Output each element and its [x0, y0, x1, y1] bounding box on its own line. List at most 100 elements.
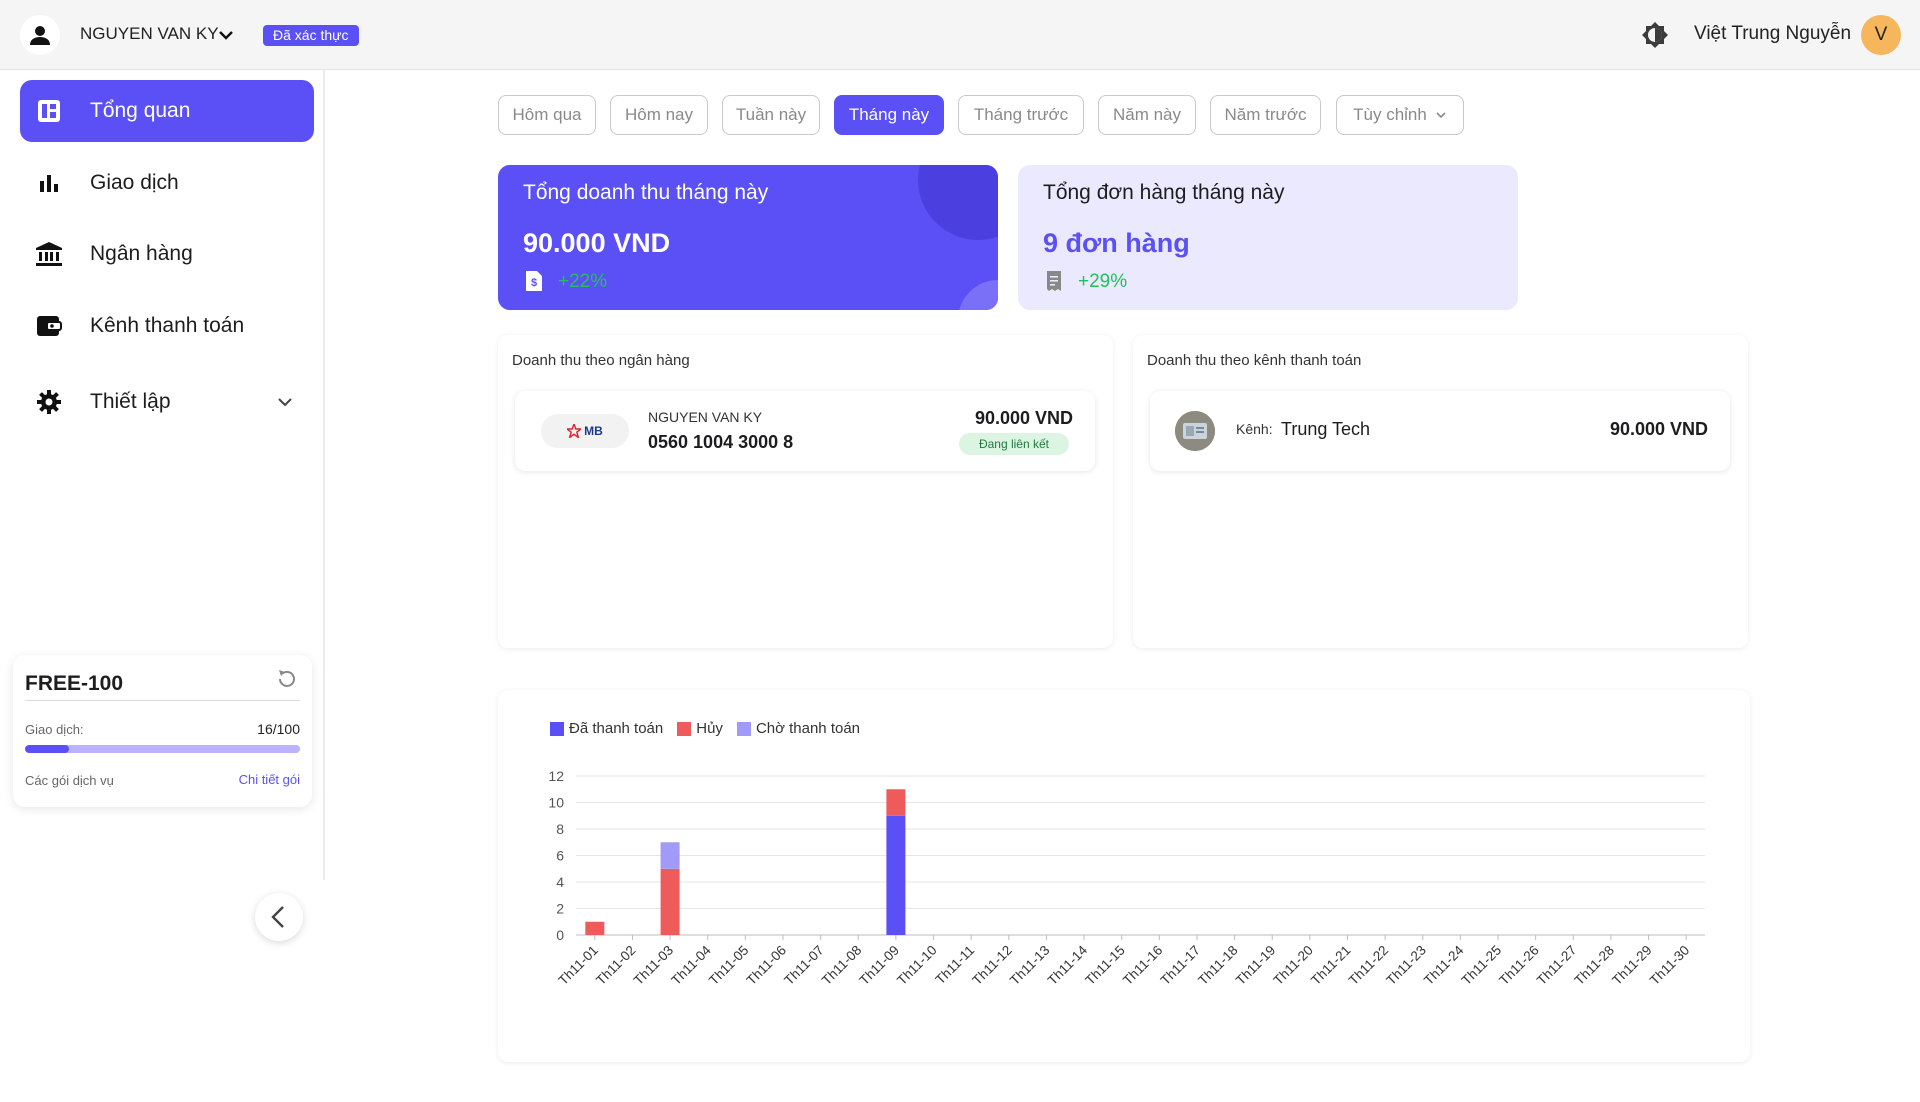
x-tick-label: Th11-15 — [1082, 943, 1127, 988]
chevron-down-icon — [1436, 112, 1446, 119]
legend-item-pending[interactable]: Chờ thanh toán — [736, 720, 861, 737]
divider — [25, 700, 300, 701]
panel-title: Doanh thu theo kênh thanh toán — [1147, 352, 1362, 369]
theme-toggle-button[interactable] — [1640, 20, 1670, 50]
user-name[interactable]: Việt Trung Nguyễn — [1694, 23, 1851, 45]
user-initial-avatar[interactable]: V — [1861, 15, 1901, 55]
bar-segment — [886, 815, 906, 935]
plan-name: FREE-100 — [25, 672, 124, 695]
sidebar-item-settings[interactable]: Thiết lập — [20, 371, 314, 433]
collapse-sidebar-button[interactable] — [255, 893, 303, 941]
bar-segment — [886, 789, 906, 816]
payment-channel-card[interactable]: Kênh: Trung Tech 90.000 VND — [1150, 391, 1730, 471]
x-tick-label: Th11-27 — [1534, 943, 1579, 988]
x-tick-label: Th11-14 — [1045, 942, 1091, 988]
x-tick-label: Th11-19 — [1233, 943, 1278, 988]
bank-icon — [32, 239, 66, 269]
gear-icon — [32, 387, 66, 417]
filter-last-year[interactable]: Năm trước — [1210, 95, 1321, 135]
mb-bank-logo: MB — [541, 414, 629, 448]
bank-revenue-panel: Doanh thu theo ngân hàng MB NGUYEN VAN K… — [498, 335, 1113, 648]
sidebar-item-overview[interactable]: Tổng quan — [20, 80, 314, 142]
filter-custom-label: Tùy chỉnh — [1353, 105, 1427, 124]
y-tick-label: 6 — [556, 848, 564, 864]
x-tick-label: Th11-13 — [1007, 943, 1052, 988]
account-name[interactable]: NGUYEN VAN KY — [80, 24, 219, 44]
sidebar-item-label: Ngân hàng — [90, 242, 193, 265]
sidebar-item-label: Kênh thanh toán — [90, 314, 245, 337]
x-tick-label: Th11-09 — [857, 943, 902, 988]
x-tick-label: Th11-04 — [668, 942, 714, 988]
chart-legend: Đã thanh toán Hủy Chờ thanh toán — [550, 720, 860, 737]
legend-swatch — [677, 721, 692, 736]
chevron-down-icon[interactable] — [270, 394, 300, 410]
filter-last-month[interactable]: Tháng trước — [958, 95, 1084, 135]
sidebar-item-label: Thiết lập — [90, 390, 171, 413]
x-tick-label: Th11-28 — [1572, 943, 1617, 988]
legend-label: Hủy — [696, 720, 723, 737]
x-tick-label: Th11-16 — [1120, 943, 1165, 988]
filter-custom[interactable]: Tùy chỉnh — [1336, 95, 1464, 135]
theme-toggle-icon — [1642, 22, 1668, 48]
legend-swatch — [736, 721, 751, 736]
filter-this-month[interactable]: Tháng này — [834, 95, 944, 135]
user-avatar[interactable] — [20, 15, 60, 55]
x-tick-label: Th11-21 — [1308, 943, 1353, 988]
stat-title: Tổng doanh thu tháng này — [523, 181, 769, 204]
verified-badge: Đã xác thực — [263, 25, 359, 46]
x-tick-label: Th11-05 — [706, 943, 751, 988]
revenue-stat-card: Tổng doanh thu tháng này 90.000 VND $ +2… — [498, 165, 998, 310]
bar-chart-icon — [32, 168, 66, 198]
bank-logo-text: MB — [584, 424, 603, 438]
plan-usage-value: 16/100 — [257, 721, 300, 737]
status-badge: Đang liên kết — [958, 433, 1069, 455]
x-tick-label: Th11-30 — [1647, 943, 1692, 988]
y-tick-label: 0 — [556, 927, 564, 943]
channel-revenue-amount: 90.000 VND — [1609, 419, 1708, 439]
x-tick-label: Th11-07 — [781, 943, 826, 988]
legend-item-cancelled[interactable]: Hủy — [677, 720, 723, 737]
plan-services-label: Các gói dịch vụ — [25, 773, 114, 788]
x-tick-label: Th11-06 — [744, 943, 789, 988]
y-tick-label: 2 — [556, 901, 564, 917]
x-tick-label: Th11-11 — [933, 943, 978, 988]
y-tick-label: 10 — [548, 795, 564, 811]
sidebar-item-label: Tổng quan — [90, 99, 191, 122]
x-tick-label: Th11-18 — [1195, 943, 1240, 988]
plan-card: FREE-100 Giao dịch: 16/100 Các gói dịch … — [13, 655, 312, 807]
chevron-down-icon[interactable] — [218, 27, 234, 43]
user-icon — [30, 26, 50, 45]
orders-stat-card: Tổng đơn hàng tháng này 9 đơn hàng +29% — [1018, 165, 1518, 310]
stat-change: +22% — [558, 271, 608, 292]
x-tick-label: Th11-26 — [1496, 943, 1541, 988]
filter-this-year[interactable]: Năm này — [1098, 95, 1196, 135]
bank-account-number: 0560 1004 3000 8 — [648, 432, 794, 452]
legend-label: Chờ thanh toán — [755, 720, 861, 737]
invoice-icon: $ — [525, 270, 543, 297]
decorative-circle — [918, 165, 998, 240]
decorative-circle — [958, 280, 998, 310]
bank-account-owner: NGUYEN VAN KY — [648, 409, 763, 425]
x-tick-label: Th11-25 — [1459, 943, 1504, 988]
filter-today[interactable]: Hôm nay — [610, 95, 708, 135]
plan-detail-link[interactable]: Chi tiết gói — [239, 772, 300, 787]
filter-this-week[interactable]: Tuần này — [722, 95, 820, 135]
sidebar-item-label: Giao dịch — [90, 171, 179, 194]
sidebar-item-payment-channels[interactable]: Kênh thanh toán — [20, 295, 314, 357]
refresh-icon[interactable] — [276, 668, 298, 695]
bank-account-card[interactable]: MB NGUYEN VAN KY 0560 1004 3000 8 90.000… — [515, 391, 1095, 471]
plan-usage-label: Giao dịch: — [25, 722, 84, 737]
panel-title: Doanh thu theo ngân hàng — [512, 352, 690, 369]
legend-label: Đã thanh toán — [569, 720, 664, 737]
x-tick-label: Th11-20 — [1271, 943, 1316, 988]
filter-yesterday[interactable]: Hôm qua — [498, 95, 596, 135]
x-tick-label: Th11-02 — [593, 943, 638, 988]
x-tick-label: Th11-10 — [894, 943, 939, 988]
legend-item-paid[interactable]: Đã thanh toán — [550, 720, 663, 737]
sidebar-item-transactions[interactable]: Giao dịch — [20, 152, 314, 214]
y-tick-label: 4 — [556, 874, 564, 890]
channel-name: Trung Tech — [1281, 419, 1371, 439]
x-tick-label: Th11-01 — [555, 943, 600, 988]
channel-avatar — [1175, 411, 1215, 451]
sidebar-item-banks[interactable]: Ngân hàng — [20, 223, 314, 285]
